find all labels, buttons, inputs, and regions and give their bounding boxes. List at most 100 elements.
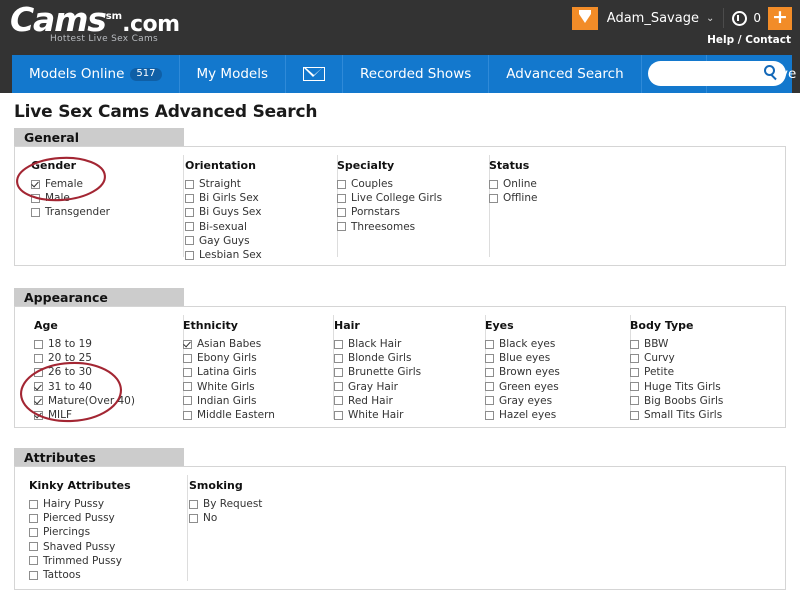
- checkbox-row[interactable]: Gray Hair: [334, 380, 421, 394]
- checkbox-row[interactable]: 26 to 30: [34, 365, 135, 379]
- nav-item-my-models[interactable]: My Models: [180, 55, 286, 93]
- checkbox-unchecked-icon[interactable]: [34, 367, 43, 377]
- checkbox-row[interactable]: Couples: [337, 177, 442, 191]
- checkbox-row[interactable]: Asian Babes: [183, 337, 275, 351]
- checkbox-unchecked-icon[interactable]: [185, 207, 194, 217]
- checkbox-row[interactable]: Black eyes: [485, 337, 560, 351]
- site-logo[interactable]: Camssm.com Hottest Live Sex Cams: [10, 0, 200, 50]
- checkbox-row[interactable]: Brown eyes: [485, 365, 560, 379]
- checkbox-unchecked-icon[interactable]: [485, 382, 494, 392]
- checkbox-unchecked-icon[interactable]: [334, 396, 343, 406]
- checkbox-unchecked-icon[interactable]: [334, 353, 343, 363]
- checkbox-unchecked-icon[interactable]: [29, 542, 38, 552]
- checkbox-unchecked-icon[interactable]: [630, 367, 639, 377]
- checkbox-row[interactable]: Lesbian Sex: [185, 248, 262, 262]
- checkbox-row[interactable]: Live College Girls: [337, 191, 442, 205]
- checkbox-unchecked-icon[interactable]: [334, 410, 343, 420]
- checkbox-unchecked-icon[interactable]: [29, 570, 38, 580]
- checkbox-row[interactable]: Hazel eyes: [485, 408, 560, 422]
- search-icon[interactable]: [764, 65, 775, 76]
- checkbox-unchecked-icon[interactable]: [630, 353, 639, 363]
- checkbox-row[interactable]: By Request: [189, 497, 262, 511]
- checkbox-row[interactable]: Piercings: [29, 525, 131, 539]
- checkbox-row[interactable]: Pornstars: [337, 205, 442, 219]
- checkbox-unchecked-icon[interactable]: [185, 250, 194, 260]
- checkbox-row[interactable]: Bi-sexual: [185, 220, 262, 234]
- checkbox-row[interactable]: Online: [489, 177, 537, 191]
- checkbox-checked-icon[interactable]: [34, 410, 43, 420]
- checkbox-row[interactable]: Curvy: [630, 351, 723, 365]
- checkbox-row[interactable]: Mature(Over 40): [34, 394, 135, 408]
- checkbox-row[interactable]: Trimmed Pussy: [29, 554, 131, 568]
- checkbox-unchecked-icon[interactable]: [31, 193, 40, 203]
- checkbox-unchecked-icon[interactable]: [29, 556, 38, 566]
- checkbox-row[interactable]: 31 to 40: [34, 380, 135, 394]
- checkbox-unchecked-icon[interactable]: [334, 339, 343, 349]
- checkbox-row[interactable]: Shaved Pussy: [29, 540, 131, 554]
- checkbox-unchecked-icon[interactable]: [337, 179, 346, 189]
- checkbox-row[interactable]: Blonde Girls: [334, 351, 421, 365]
- checkbox-row[interactable]: No: [189, 511, 262, 525]
- nav-item-models-online[interactable]: Models Online 517: [12, 55, 180, 93]
- checkbox-unchecked-icon[interactable]: [630, 382, 639, 392]
- checkbox-row[interactable]: Bi Girls Sex: [185, 191, 262, 205]
- checkbox-unchecked-icon[interactable]: [485, 339, 494, 349]
- checkbox-row[interactable]: Big Boobs Girls: [630, 394, 723, 408]
- checkbox-row[interactable]: Brunette Girls: [334, 365, 421, 379]
- diamond-icon[interactable]: [571, 6, 598, 30]
- checkbox-row[interactable]: Black Hair: [334, 337, 421, 351]
- nav-item-recorded-shows[interactable]: Recorded Shows: [343, 55, 490, 93]
- checkbox-checked-icon[interactable]: [31, 179, 40, 189]
- checkbox-row[interactable]: Indian Girls: [183, 394, 275, 408]
- checkbox-row[interactable]: Male: [31, 191, 110, 205]
- checkbox-row[interactable]: Gay Guys: [185, 234, 262, 248]
- username-label[interactable]: Adam_Savage: [598, 11, 706, 26]
- help-contact-link[interactable]: Help / Contact: [707, 34, 791, 46]
- checkbox-row[interactable]: Huge Tits Girls: [630, 380, 723, 394]
- checkbox-checked-icon[interactable]: [34, 382, 43, 392]
- checkbox-row[interactable]: Middle Eastern: [183, 408, 275, 422]
- checkbox-checked-icon[interactable]: [34, 396, 43, 406]
- checkbox-row[interactable]: Straight: [185, 177, 262, 191]
- checkbox-row[interactable]: 18 to 19: [34, 337, 135, 351]
- checkbox-unchecked-icon[interactable]: [485, 353, 494, 363]
- checkbox-checked-icon[interactable]: [183, 339, 192, 349]
- checkbox-unchecked-icon[interactable]: [334, 367, 343, 377]
- checkbox-unchecked-icon[interactable]: [29, 527, 38, 537]
- checkbox-unchecked-icon[interactable]: [489, 179, 498, 189]
- add-tokens-button[interactable]: +: [768, 6, 792, 30]
- checkbox-unchecked-icon[interactable]: [337, 193, 346, 203]
- checkbox-unchecked-icon[interactable]: [630, 339, 639, 349]
- checkbox-unchecked-icon[interactable]: [34, 353, 43, 363]
- checkbox-unchecked-icon[interactable]: [185, 236, 194, 246]
- checkbox-row[interactable]: Bi Guys Sex: [185, 205, 262, 219]
- checkbox-row[interactable]: Offline: [489, 191, 537, 205]
- checkbox-unchecked-icon[interactable]: [337, 222, 346, 232]
- checkbox-row[interactable]: Green eyes: [485, 380, 560, 394]
- checkbox-unchecked-icon[interactable]: [183, 353, 192, 363]
- checkbox-unchecked-icon[interactable]: [183, 410, 192, 420]
- checkbox-unchecked-icon[interactable]: [485, 367, 494, 377]
- checkbox-unchecked-icon[interactable]: [34, 339, 43, 349]
- checkbox-unchecked-icon[interactable]: [31, 207, 40, 217]
- checkbox-unchecked-icon[interactable]: [630, 410, 639, 420]
- checkbox-row[interactable]: Threesomes: [337, 220, 442, 234]
- checkbox-row[interactable]: Small Tits Girls: [630, 408, 723, 422]
- checkbox-row[interactable]: White Hair: [334, 408, 421, 422]
- nav-item-advanced-search[interactable]: Advanced Search: [489, 55, 642, 93]
- checkbox-unchecked-icon[interactable]: [183, 396, 192, 406]
- checkbox-unchecked-icon[interactable]: [185, 193, 194, 203]
- checkbox-unchecked-icon[interactable]: [183, 367, 192, 377]
- chevron-down-icon[interactable]: ⌄: [706, 13, 723, 24]
- checkbox-unchecked-icon[interactable]: [29, 513, 38, 523]
- checkbox-row[interactable]: Blue eyes: [485, 351, 560, 365]
- checkbox-unchecked-icon[interactable]: [189, 499, 198, 509]
- checkbox-row[interactable]: BBW: [630, 337, 723, 351]
- checkbox-unchecked-icon[interactable]: [489, 193, 498, 203]
- checkbox-row[interactable]: Gray eyes: [485, 394, 560, 408]
- checkbox-row[interactable]: Ebony Girls: [183, 351, 275, 365]
- checkbox-unchecked-icon[interactable]: [185, 179, 194, 189]
- checkbox-unchecked-icon[interactable]: [185, 222, 194, 232]
- checkbox-unchecked-icon[interactable]: [630, 396, 639, 406]
- search-input[interactable]: [660, 61, 760, 86]
